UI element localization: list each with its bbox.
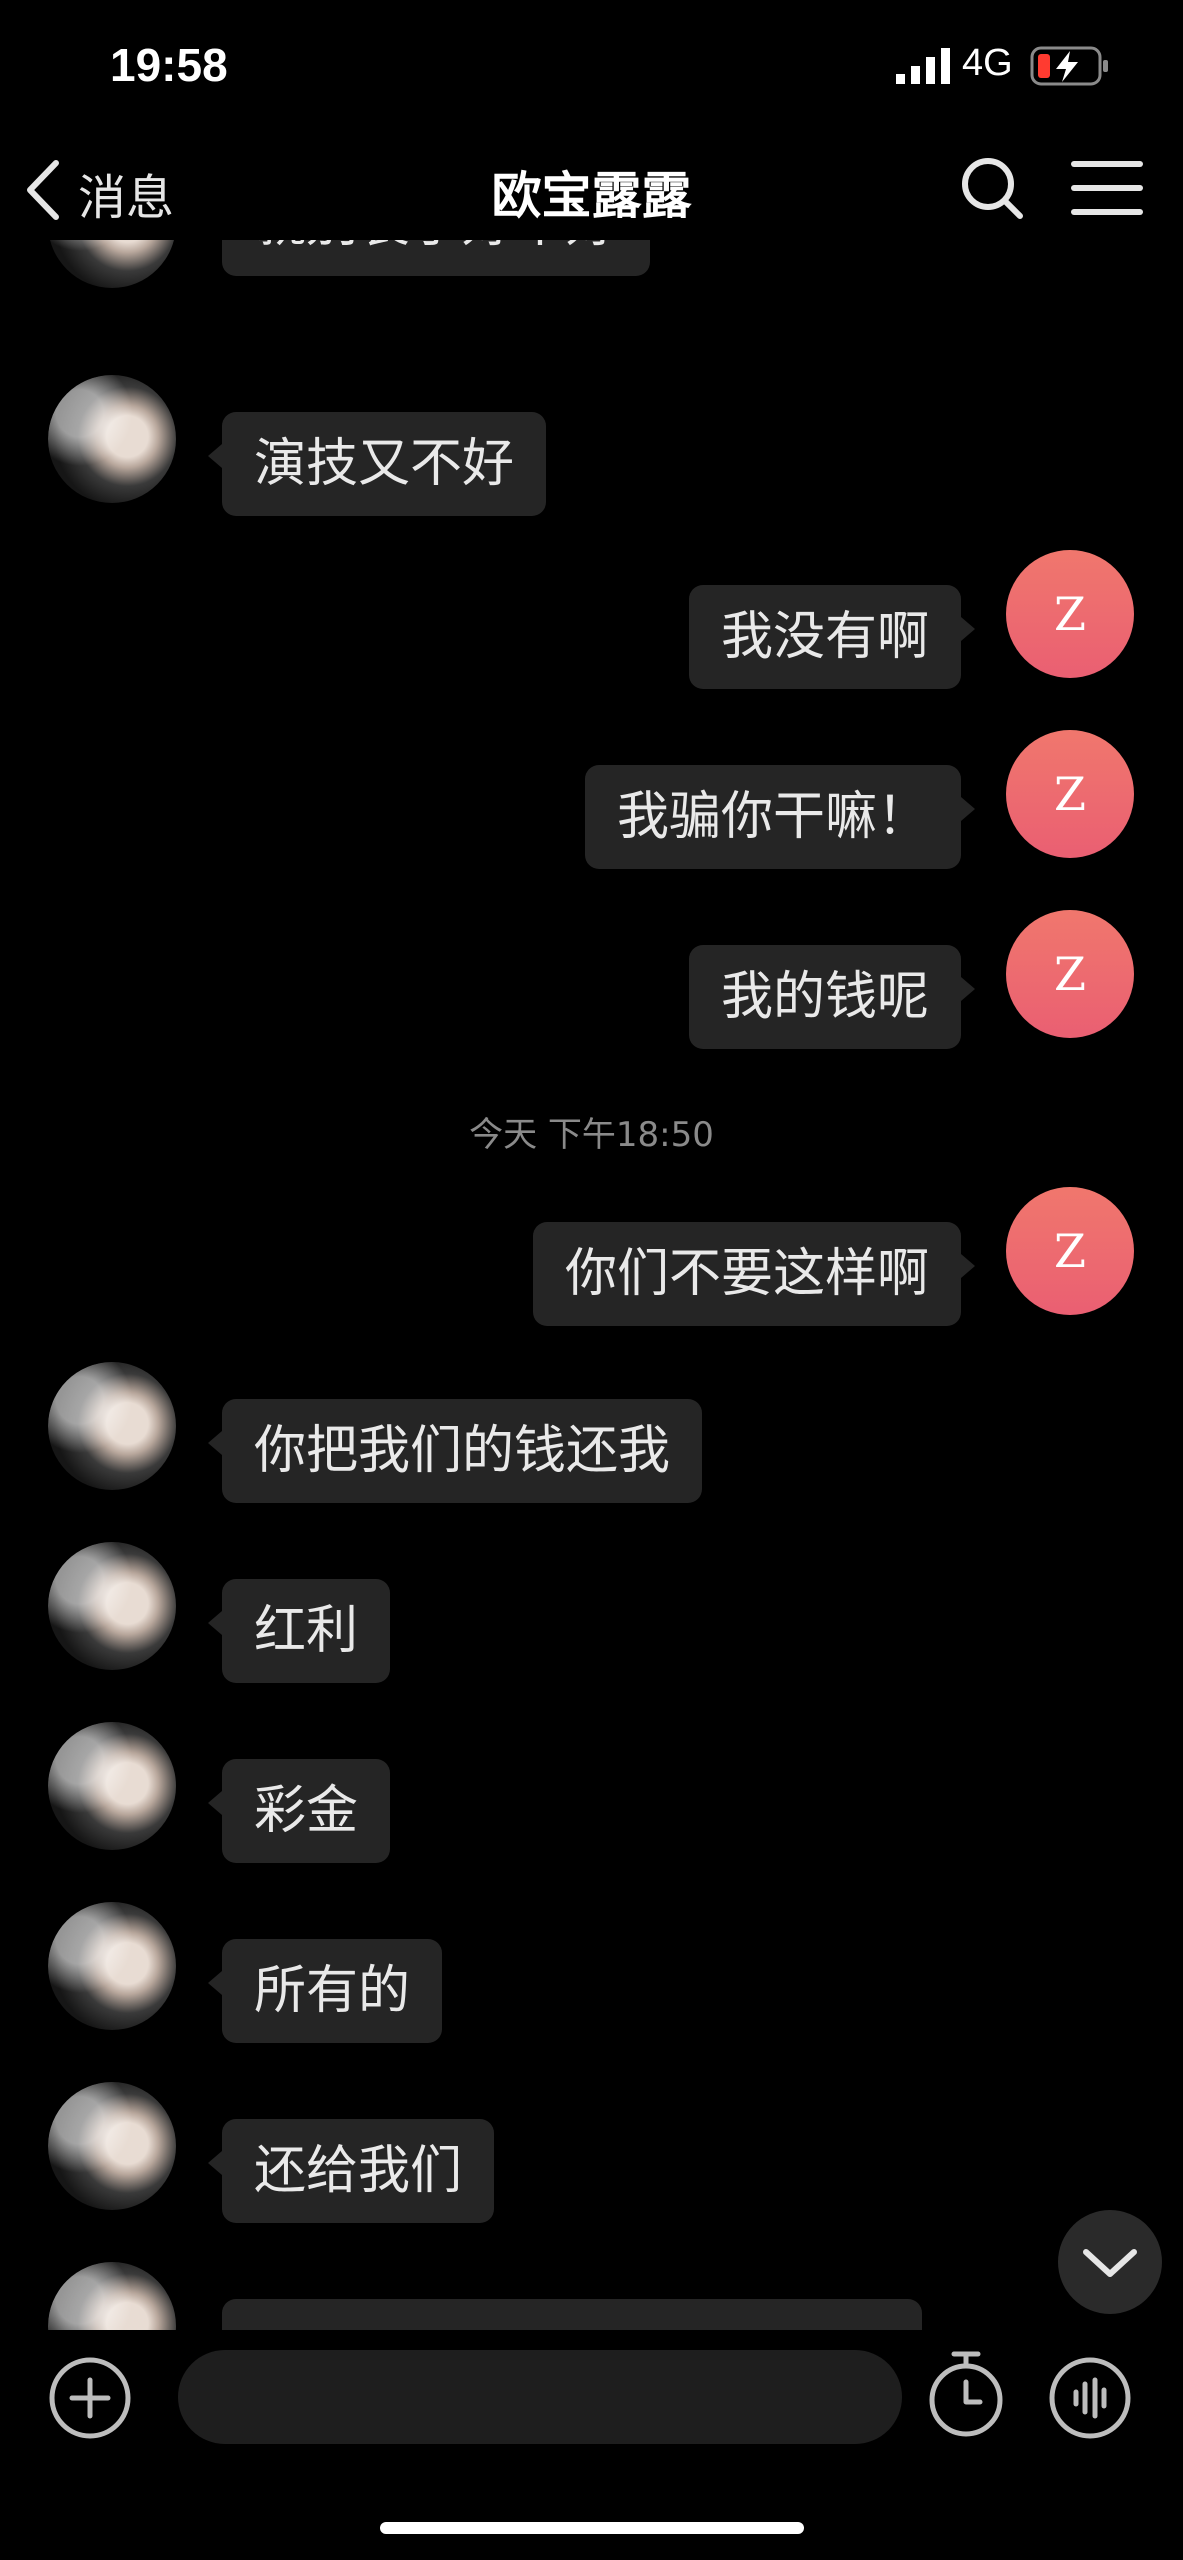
- search-icon[interactable]: [958, 154, 1026, 222]
- scroll-to-bottom-button[interactable]: [1058, 2210, 1162, 2314]
- my-avatar[interactable]: Z: [1006, 910, 1134, 1038]
- message-bubble[interactable]: 演技又不好: [207, 412, 547, 516]
- message-bubble[interactable]: 我没有啊: [688, 585, 976, 689]
- signal-icon: [896, 48, 950, 84]
- my-avatar[interactable]: Z: [1006, 730, 1134, 858]
- message-bubble[interactable]: 就别装了好不好: [222, 240, 651, 276]
- message-bubble-cutoff[interactable]: [222, 2299, 922, 2330]
- my-avatar[interactable]: Z: [1006, 1187, 1134, 1315]
- contact-avatar[interactable]: [48, 1362, 176, 1490]
- message-list[interactable]: 就别装了好不好 演技又不好 我没有啊 Z 我骗你干嘛！ Z 我的钱呢 Z 今天 …: [0, 240, 1183, 2330]
- contact-avatar[interactable]: [48, 2082, 176, 2210]
- network-type: 4G: [962, 42, 1013, 84]
- contact-avatar[interactable]: [48, 2262, 176, 2330]
- contact-avatar[interactable]: [48, 1902, 176, 2030]
- battery-charging-icon: [1030, 46, 1108, 86]
- message-input[interactable]: [178, 2350, 902, 2444]
- contact-avatar[interactable]: [48, 1542, 176, 1670]
- plus-icon[interactable]: [48, 2356, 132, 2440]
- my-avatar[interactable]: Z: [1006, 550, 1134, 678]
- message-bubble[interactable]: 红利: [207, 1579, 391, 1683]
- contact-avatar[interactable]: [48, 1722, 176, 1850]
- status-time: 19:58: [110, 39, 228, 91]
- menu-icon[interactable]: [1070, 158, 1144, 218]
- contact-avatar[interactable]: [48, 240, 176, 288]
- message-bubble[interactable]: 所有的: [207, 1939, 443, 2043]
- message-timestamp: 今天 下午18:50: [469, 1115, 714, 1155]
- chevron-down-icon: [1083, 2249, 1137, 2277]
- voice-icon[interactable]: [1048, 2356, 1132, 2440]
- message-bubble[interactable]: 我骗你干嘛！: [584, 765, 976, 869]
- message-bubble[interactable]: 彩金: [207, 1759, 391, 1863]
- home-indicator[interactable]: [380, 2522, 804, 2534]
- message-bubble[interactable]: 还给我们: [207, 2119, 495, 2223]
- contact-avatar[interactable]: [48, 375, 176, 503]
- message-bubble[interactable]: 你把我们的钱还我: [207, 1399, 703, 1503]
- timer-icon[interactable]: [924, 2348, 1008, 2440]
- message-bubble[interactable]: 我的钱呢: [688, 945, 976, 1049]
- message-bubble[interactable]: 你们不要这样啊: [532, 1222, 976, 1326]
